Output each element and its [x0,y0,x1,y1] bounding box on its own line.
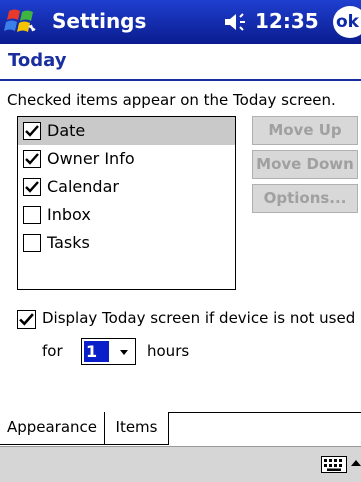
move-down-button[interactable]: Move Down [252,150,358,179]
list-item-label: Date [47,121,86,140]
list-item-tasks[interactable]: Tasks [18,229,235,257]
header-divider [0,79,361,81]
checkbox-date[interactable] [23,122,41,140]
move-up-button[interactable]: Move Up [252,116,358,145]
input-panel-arrow-icon[interactable] [350,457,361,472]
speaker-icon[interactable] [223,11,249,33]
checkmark-icon [25,181,39,193]
checkmark-icon [19,313,34,326]
checkbox-owner-info[interactable] [23,150,41,168]
list-item-label: Inbox [47,205,91,224]
dropdown-arrow-icon[interactable] [114,344,134,360]
command-bar [0,446,361,482]
display-today-checkbox[interactable] [17,310,36,329]
display-today-label: Display Today screen if device is not us… [42,309,356,327]
windows-start-icon[interactable] [3,3,41,41]
list-item-calendar[interactable]: Calendar [18,173,235,201]
app-title: Settings [52,9,147,33]
ok-button[interactable]: ok [333,6,361,38]
list-item-inbox[interactable]: Inbox [18,201,235,229]
options-button[interactable]: Options... [252,184,358,213]
clock[interactable]: 12:35 [255,9,319,33]
checkbox-calendar[interactable] [23,178,41,196]
instructions-text: Checked items appear on the Today screen… [7,91,336,109]
tab-appearance[interactable]: Appearance [0,412,105,445]
list-item-label: Tasks [47,233,90,252]
checkbox-tasks[interactable] [23,234,41,252]
today-items-list[interactable]: Date Owner Info Calendar Inbox Tasks [17,116,236,290]
keyboard-icon[interactable] [321,456,347,473]
page-title: Today [8,50,67,71]
checkmark-icon [25,125,39,137]
hours-dropdown[interactable]: 1 [81,338,136,365]
list-item-label: Calendar [47,177,119,196]
title-bar: Settings 12:35 ok [0,0,361,44]
list-item-label: Owner Info [47,149,135,168]
list-item-date[interactable]: Date [18,117,235,145]
hours-label: hours [147,342,190,360]
hours-value[interactable]: 1 [84,341,109,362]
list-item-owner-info[interactable]: Owner Info [18,145,235,173]
checkmark-icon [25,153,39,165]
checkbox-inbox[interactable] [23,206,41,224]
for-label: for [42,342,63,360]
tab-items[interactable]: Items [105,412,169,445]
